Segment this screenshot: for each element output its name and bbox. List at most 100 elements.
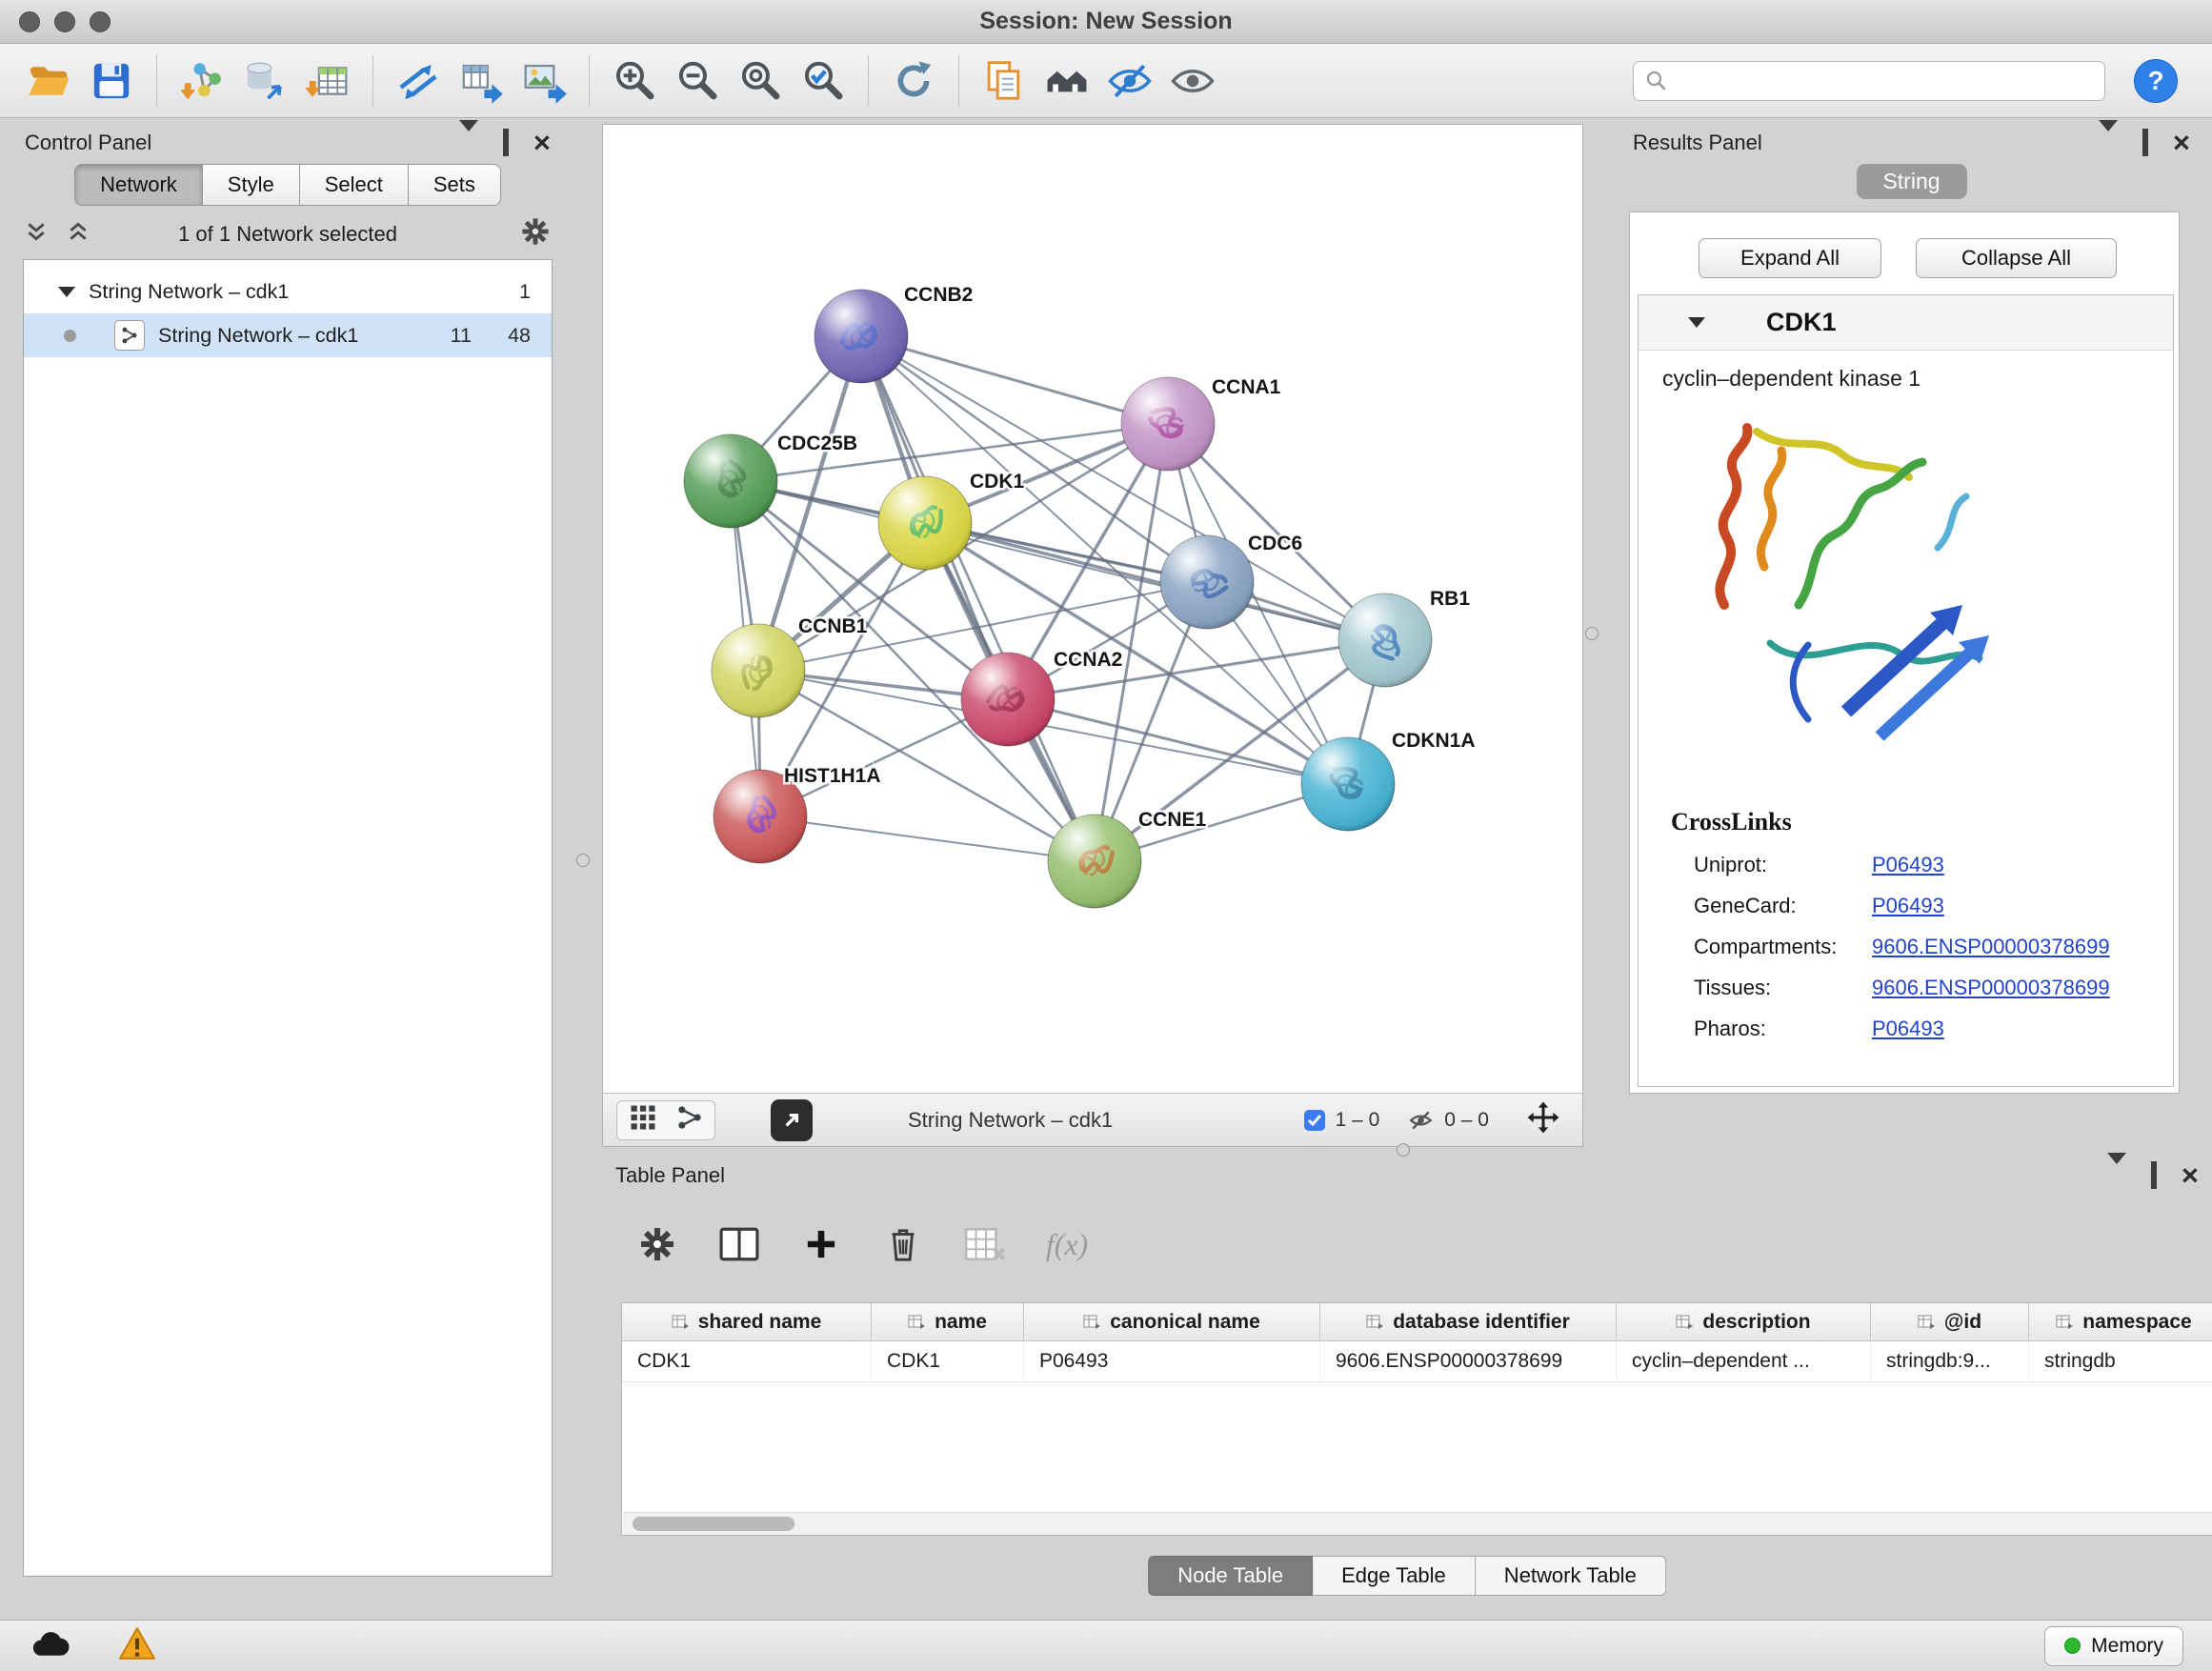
tab-node-table[interactable]: Node Table: [1148, 1556, 1313, 1596]
table-cell[interactable]: CDK1: [872, 1341, 1024, 1381]
expand-all-tree-button[interactable]: [67, 220, 90, 249]
zoom-out-button[interactable]: [670, 52, 725, 110]
network-options-button[interactable]: [520, 216, 551, 252]
horizontal-scrollbar[interactable]: [623, 1512, 2212, 1535]
table-row[interactable]: CDK1CDK1P064939606.ENSP00000378699cyclin…: [622, 1341, 2212, 1382]
panel-float-button[interactable]: [2142, 131, 2148, 154]
column-header-database-identifier[interactable]: database identifier: [1320, 1303, 1617, 1340]
tab-style[interactable]: Style: [203, 164, 300, 206]
import-network-database-button[interactable]: [237, 52, 292, 110]
network-row[interactable]: String Network – cdk1 11 48: [24, 313, 552, 357]
tab-sets[interactable]: Sets: [409, 164, 501, 206]
left-splitter-handle[interactable]: [576, 854, 590, 867]
network-collection-row[interactable]: String Network – cdk1 1: [24, 270, 552, 313]
save-session-button[interactable]: [84, 52, 139, 110]
network-node-CCNB2[interactable]: CCNB2: [814, 284, 973, 383]
network-node-CCNE1[interactable]: CCNE1: [1048, 809, 1207, 908]
refresh-button[interactable]: [886, 52, 941, 110]
column-header-name[interactable]: name: [872, 1303, 1024, 1340]
network-node-HIST1H1A[interactable]: HIST1H1A: [714, 765, 881, 863]
create-column-button[interactable]: [798, 1221, 844, 1267]
tab-network[interactable]: Network: [74, 164, 203, 206]
delete-table-button[interactable]: [962, 1221, 1008, 1267]
network-node-CCNA1[interactable]: CCNA1: [1121, 376, 1281, 471]
import-network-file-button[interactable]: [174, 52, 230, 110]
network-node-CDK1[interactable]: CDK1: [878, 471, 1024, 570]
zoom-fit-button[interactable]: [733, 52, 788, 110]
gene-caret-icon[interactable]: [1688, 317, 1705, 328]
search-input[interactable]: [1676, 70, 2093, 92]
tab-select[interactable]: Select: [300, 164, 409, 206]
network-tools-button[interactable]: [391, 52, 446, 110]
warnings-button[interactable]: [118, 1626, 156, 1666]
table-cell[interactable]: P06493: [1024, 1341, 1320, 1381]
column-header-shared-name[interactable]: shared name: [622, 1303, 872, 1340]
panel-collapse-button[interactable]: [2099, 131, 2118, 154]
network-edge[interactable]: [861, 336, 1095, 861]
panel-close-button[interactable]: ×: [2182, 1164, 2199, 1188]
home-neighbors-button[interactable]: [1039, 52, 1095, 110]
zoom-selected-button[interactable]: [795, 52, 851, 110]
panel-collapse-button[interactable]: [2107, 1164, 2126, 1187]
cybrowser-button[interactable]: [976, 52, 1032, 110]
show-hide-button[interactable]: [1102, 52, 1157, 110]
network-canvas[interactable]: CCNB2CCNA1CDC25BCDK1CDC6RB1CCNB1CCNA2CDK…: [603, 125, 1582, 1093]
table-options-button[interactable]: [634, 1221, 680, 1267]
crosslink-link[interactable]: P06493: [1872, 853, 1944, 877]
panel-collapse-button[interactable]: [459, 131, 478, 154]
network-overview-button[interactable]: [676, 1104, 703, 1137]
horizontal-splitter-handle[interactable]: [1397, 1143, 1410, 1157]
column-header--id[interactable]: @id: [1871, 1303, 2029, 1340]
panel-float-button[interactable]: [2151, 1164, 2157, 1187]
network-edge[interactable]: [925, 523, 1385, 640]
show-columns-button[interactable]: [716, 1221, 762, 1267]
column-header-canonical-name[interactable]: canonical name: [1024, 1303, 1320, 1340]
network-view[interactable]: CCNB2CCNA1CDC25BCDK1CDC6RB1CCNB1CCNA2CDK…: [602, 124, 1583, 1147]
gene-header-row[interactable]: CDK1: [1639, 295, 2173, 351]
tree-caret-icon[interactable]: [58, 287, 75, 297]
panel-float-button[interactable]: [503, 131, 509, 154]
eye-button[interactable]: [1165, 52, 1220, 110]
right-splitter-handle[interactable]: [1585, 627, 1599, 640]
cloud-status-button[interactable]: [29, 1629, 70, 1663]
selected-checkbox-icon[interactable]: [1303, 1109, 1326, 1132]
crosslink-link[interactable]: 9606.ENSP00000378699: [1872, 935, 2110, 959]
network-node-CCNA2[interactable]: CCNA2: [961, 649, 1122, 746]
export-image-button[interactable]: [516, 52, 572, 110]
table-cell[interactable]: stringdb:9...: [1871, 1341, 2029, 1381]
crosslink-link[interactable]: P06493: [1872, 1017, 1944, 1041]
column-header-description[interactable]: description: [1617, 1303, 1871, 1340]
hidden-eye-slash-icon[interactable]: [1408, 1109, 1435, 1132]
search-box[interactable]: [1633, 61, 2105, 101]
network-edge[interactable]: [861, 336, 1168, 424]
panel-close-button[interactable]: ×: [533, 131, 551, 155]
collapse-all-button[interactable]: Collapse All: [1916, 238, 2117, 278]
export-network-button[interactable]: [453, 52, 509, 110]
panel-close-button[interactable]: ×: [2173, 131, 2190, 155]
network-edge[interactable]: [760, 816, 1095, 861]
crosslink-link[interactable]: P06493: [1872, 894, 1944, 918]
function-builder-button[interactable]: f(x): [1044, 1221, 1090, 1267]
crosslink-link[interactable]: 9606.ENSP00000378699: [1872, 976, 2110, 1000]
table-cell[interactable]: 9606.ENSP00000378699: [1320, 1341, 1617, 1381]
external-link-button[interactable]: [771, 1099, 813, 1141]
import-table-file-button[interactable]: [300, 52, 355, 110]
zoom-in-button[interactable]: [607, 52, 662, 110]
memory-button[interactable]: Memory: [2044, 1626, 2183, 1666]
network-node-RB1[interactable]: RB1: [1338, 588, 1470, 687]
tab-edge-table[interactable]: Edge Table: [1313, 1556, 1476, 1596]
table-cell[interactable]: cyclin–dependent ...: [1617, 1341, 1871, 1381]
open-file-button[interactable]: [21, 52, 76, 110]
pan-mode-button[interactable]: [1525, 1099, 1561, 1141]
network-node-CDKN1A[interactable]: CDKN1A: [1301, 730, 1476, 831]
delete-column-button[interactable]: [880, 1221, 926, 1267]
table-cell[interactable]: stringdb: [2029, 1341, 2212, 1381]
help-button[interactable]: ?: [2134, 59, 2178, 103]
tab-string[interactable]: String: [1856, 164, 1966, 199]
expand-all-button[interactable]: Expand All: [1699, 238, 1881, 278]
collapse-all-button[interactable]: [25, 220, 48, 249]
scrollbar-thumb[interactable]: [633, 1517, 794, 1531]
column-header-namespace[interactable]: namespace: [2029, 1303, 2212, 1340]
table-cell[interactable]: CDK1: [622, 1341, 872, 1381]
tab-network-table[interactable]: Network Table: [1476, 1556, 1666, 1596]
